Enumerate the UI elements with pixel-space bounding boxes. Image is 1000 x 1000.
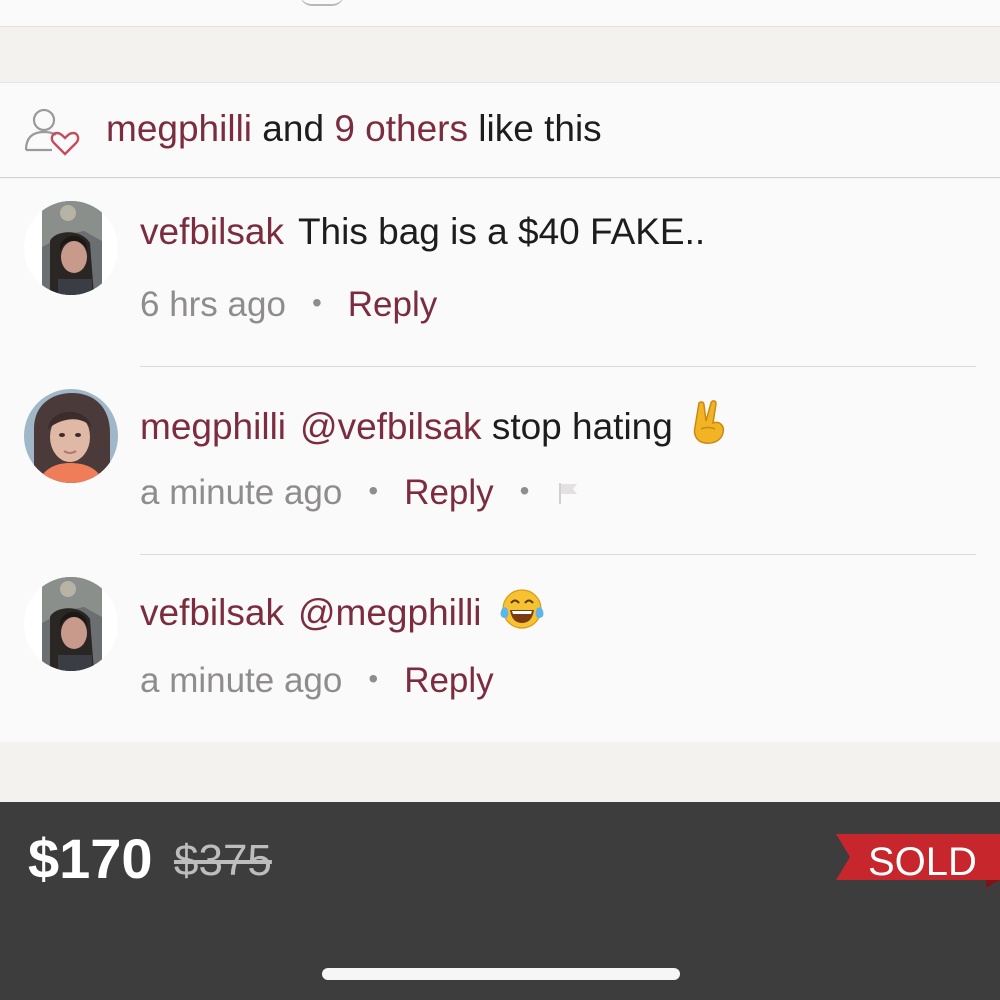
home-indicator[interactable]	[322, 968, 680, 980]
comment-username[interactable]: vefbilsak	[140, 211, 284, 252]
comment-time: a minute ago	[140, 661, 343, 700]
section-gap	[0, 27, 1000, 82]
reply-button[interactable]: Reply	[404, 473, 493, 512]
reply-button[interactable]: Reply	[348, 285, 437, 324]
comment-meta: 6 hrs ago • Reply	[140, 285, 437, 325]
avatar[interactable]	[24, 577, 118, 671]
comment-meta: a minute ago • Reply •	[140, 473, 581, 513]
comment-username[interactable]: vefbilsak	[140, 592, 284, 633]
original-price: $375	[174, 836, 272, 885]
comment-time: a minute ago	[140, 473, 343, 512]
comment-time: 6 hrs ago	[140, 285, 286, 324]
avatar[interactable]	[24, 201, 118, 295]
flag-icon[interactable]	[555, 480, 581, 506]
victory-hand-emoji	[693, 400, 725, 444]
separator-dot: •	[368, 475, 379, 506]
current-price: $170	[28, 827, 153, 890]
likes-summary: megphilli and 9 others like this	[106, 108, 602, 150]
sold-label: SOLD	[868, 840, 977, 884]
liker-username-link[interactable]: megphilli	[106, 108, 252, 149]
comment-mention[interactable]: @vefbilsak	[300, 406, 482, 447]
previous-section-edge	[0, 0, 1000, 27]
partial-icon	[300, 0, 344, 6]
reply-button[interactable]: Reply	[404, 661, 493, 700]
tears-of-joy-emoji	[500, 589, 544, 629]
separator-dot: •	[311, 287, 322, 318]
like-heart-person-icon[interactable]	[22, 106, 82, 158]
likes-others-link[interactable]: 9 others	[334, 108, 468, 149]
comment-divider	[140, 554, 976, 555]
section-gap	[0, 742, 1000, 802]
comment-text-line: megphilli @vefbilsak stop hating	[140, 399, 729, 448]
likes-and-text: and	[262, 108, 325, 149]
comment-divider	[140, 366, 976, 367]
comment-text-line: vefbilsak This bag is a $40 FAKE..	[140, 211, 705, 253]
comment-meta: a minute ago • Reply	[140, 661, 494, 701]
separator-dot: •	[519, 475, 530, 506]
separator-dot: •	[368, 663, 379, 694]
comment-mention[interactable]: @megphilli	[298, 592, 482, 633]
avatar[interactable]	[24, 389, 118, 483]
likes-suffix: like this	[478, 108, 602, 149]
comment-username[interactable]: megphilli	[140, 406, 286, 447]
comment-text: This bag is a $40 FAKE..	[297, 211, 706, 252]
comments-list: vefbilsak This bag is a $40 FAKE.. 6 hrs …	[0, 179, 1000, 743]
comment-text-line: vefbilsak @megphilli	[140, 587, 546, 634]
comment-text: stop hating	[491, 406, 673, 447]
